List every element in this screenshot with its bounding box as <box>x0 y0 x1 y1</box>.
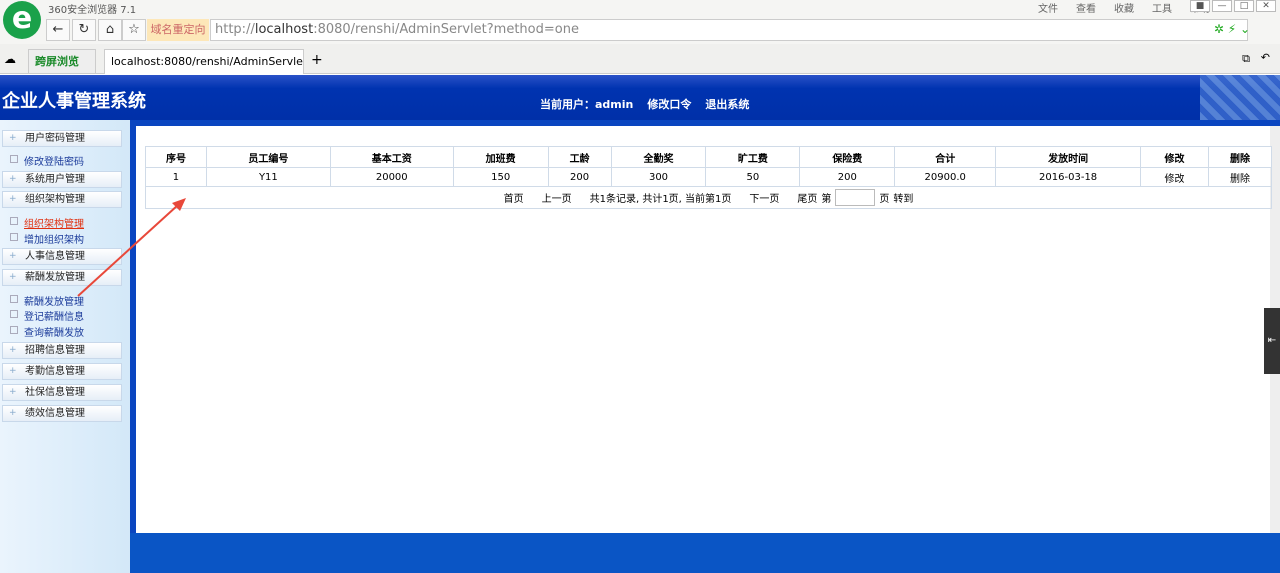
sidebar-group-attendance[interactable]: 考勤信息管理 <box>2 363 122 380</box>
page-number-input[interactable] <box>835 189 876 206</box>
sidebar: 用户密码管理 修改登陆密码 系统用户管理 组织架构管理 组织架构管理 增加组织架… <box>0 120 130 573</box>
sidebar-group-user-password[interactable]: 用户密码管理 <box>2 130 122 147</box>
maximize-button[interactable]: □ <box>1234 0 1254 12</box>
tab-active[interactable]: localhost:8080/renshi/AdminServle × <box>104 49 304 91</box>
first-page-link[interactable]: 首页 <box>504 190 524 205</box>
col-header: 序号 <box>145 146 207 168</box>
sidebar-group-personnel[interactable]: 人事信息管理 <box>2 248 122 265</box>
footer-bar <box>130 533 1280 573</box>
menu-favorites[interactable]: 收藏 <box>1114 0 1134 15</box>
table-row: 1 Y11 20000 150 200 300 50 200 20900.0 2… <box>145 167 1273 187</box>
sidebar-group-org[interactable]: 组织架构管理 <box>2 191 122 208</box>
logout-link[interactable]: 退出系统 <box>705 96 749 112</box>
minimize-button[interactable]: — <box>1212 0 1232 12</box>
sidebar-item-register-salary[interactable]: 登记薪酬信息 <box>10 308 84 323</box>
app-header: 企业人事管理系统 当前用户：admin 修改口令 退出系统 <box>0 75 1280 120</box>
header-decoration <box>1200 75 1280 120</box>
page-suffix: 页 <box>879 194 890 205</box>
browser-logo-icon: e <box>3 1 41 39</box>
cell-seniority: 200 <box>547 167 612 187</box>
current-user: 当前用户：admin <box>540 96 633 112</box>
browser-navbar: ← ↻ ⌂ ☆ 域名重定向 http://localhost:8080/rens… <box>0 16 1280 44</box>
sidebar-item-salary-manage[interactable]: 薪酬发放管理 <box>10 293 84 308</box>
tab-cross-screen[interactable]: 跨屏浏览 <box>28 49 96 74</box>
cell-attendance-bonus: 300 <box>610 167 707 187</box>
browser-titlebar: 360安全浏览器 7.1 文件 查看 收藏 工具 帮助 ■—□✕ <box>0 0 1280 16</box>
menu-view[interactable]: 查看 <box>1076 0 1096 15</box>
cell-pay-date: 2016-03-18 <box>995 167 1142 187</box>
url-host: localhost <box>254 22 314 37</box>
last-page-link[interactable]: 尾页 <box>797 190 817 205</box>
home-icon[interactable]: ⌂ <box>98 19 122 41</box>
col-header: 工龄 <box>547 146 612 168</box>
cloud-icon[interactable]: ☁ <box>4 52 16 66</box>
salary-table: 序号 员工编号 基本工资 加班费 工龄 全勤奖 旷工费 保险费 合计 发放时间 … <box>145 146 1273 187</box>
system-title: 企业人事管理系统 <box>2 91 146 112</box>
cell-base-salary: 20000 <box>329 167 454 187</box>
new-tab-button[interactable]: + <box>311 52 323 68</box>
sidebar-item-query-salary[interactable]: 查询薪酬发放 <box>10 324 84 339</box>
table-header-row: 序号 员工编号 基本工资 加班费 工龄 全勤奖 旷工费 保险费 合计 发放时间 … <box>145 146 1273 168</box>
url-prefix: http:// <box>215 22 255 37</box>
cell-employee-id: Y11 <box>205 167 331 187</box>
sidebar-item-change-login-password[interactable]: 修改登陆密码 <box>10 153 84 168</box>
col-header: 修改 <box>1140 146 1209 168</box>
address-bar[interactable]: http://localhost:8080/renshi/AdminServle… <box>210 19 1248 41</box>
sidebar-group-salary[interactable]: 薪酬发放管理 <box>2 269 122 286</box>
next-page-link[interactable]: 下一页 <box>749 190 779 205</box>
back-icon[interactable]: ← <box>46 19 70 41</box>
sidebar-group-system-users[interactable]: 系统用户管理 <box>2 171 122 188</box>
cell-overtime: 150 <box>452 167 549 187</box>
cell-total: 20900.0 <box>894 167 997 187</box>
change-password-link[interactable]: 修改口令 <box>647 96 691 112</box>
sidebar-group-performance[interactable]: 绩效信息管理 <box>2 405 122 422</box>
browser-title: 360安全浏览器 7.1 <box>48 5 137 16</box>
go-button[interactable]: 转到 <box>893 190 913 205</box>
tab-label: localhost:8080/renshi/AdminServle <box>111 55 303 68</box>
username: admin <box>595 98 634 111</box>
delete-link[interactable]: 删除 <box>1207 167 1273 187</box>
col-header: 加班费 <box>452 146 549 168</box>
sidebar-group-recruit[interactable]: 招聘信息管理 <box>2 342 122 359</box>
col-header: 基本工资 <box>329 146 454 168</box>
col-header: 全勤奖 <box>610 146 707 168</box>
col-header: 员工编号 <box>205 146 331 168</box>
sidebar-item-add-org[interactable]: 增加组织架构 <box>10 231 84 246</box>
col-header: 旷工费 <box>705 146 801 168</box>
pagination: 首页 上一页 共1条记录, 共计1页, 当前第1页 下一页 尾页第 页转到 <box>145 187 1272 209</box>
col-header: 保险费 <box>799 146 896 168</box>
close-button[interactable]: ✕ <box>1256 0 1276 12</box>
skin-button[interactable]: ■ <box>1190 0 1210 12</box>
sidebar-group-social-insurance[interactable]: 社保信息管理 <box>2 384 122 401</box>
cell-insurance: 200 <box>799 167 896 187</box>
undo-icon[interactable]: ↶ <box>1261 51 1270 64</box>
speed-icon[interactable]: ✲ ⚡ ⌄ <box>1214 22 1250 36</box>
sidebar-toggle-icon[interactable]: ⧉ <box>1242 52 1250 66</box>
url-rest: :8080/renshi/AdminServlet?method=one <box>313 22 579 37</box>
page-summary: 共1条记录, 共计1页, 当前第1页 <box>589 194 732 205</box>
cell-absence-fee: 50 <box>705 167 801 187</box>
star-icon[interactable]: ☆ <box>122 19 146 41</box>
col-header: 删除 <box>1207 146 1273 168</box>
tab-bar: ☁ 跨屏浏览 localhost:8080/renshi/AdminServle… <box>0 44 1280 91</box>
col-header: 发放时间 <box>995 146 1142 168</box>
edit-link[interactable]: 修改 <box>1140 167 1209 187</box>
sidebar-item-org-manage[interactable]: 组织架构管理 <box>10 215 84 230</box>
prev-page-link[interactable]: 上一页 <box>542 190 572 205</box>
current-user-label: 当前用户： <box>540 98 595 111</box>
redirect-badge[interactable]: 域名重定向 <box>147 19 209 41</box>
cell-index: 1 <box>145 167 207 187</box>
menu-file[interactable]: 文件 <box>1038 0 1058 15</box>
page-prefix: 第 <box>821 194 832 205</box>
side-widget-icon[interactable]: ⇤ <box>1264 308 1280 374</box>
menu-tools[interactable]: 工具 <box>1152 0 1172 15</box>
refresh-icon[interactable]: ↻ <box>72 19 96 41</box>
col-header: 合计 <box>894 146 997 168</box>
browser-menu: 文件 查看 收藏 工具 帮助 <box>1038 0 1210 15</box>
